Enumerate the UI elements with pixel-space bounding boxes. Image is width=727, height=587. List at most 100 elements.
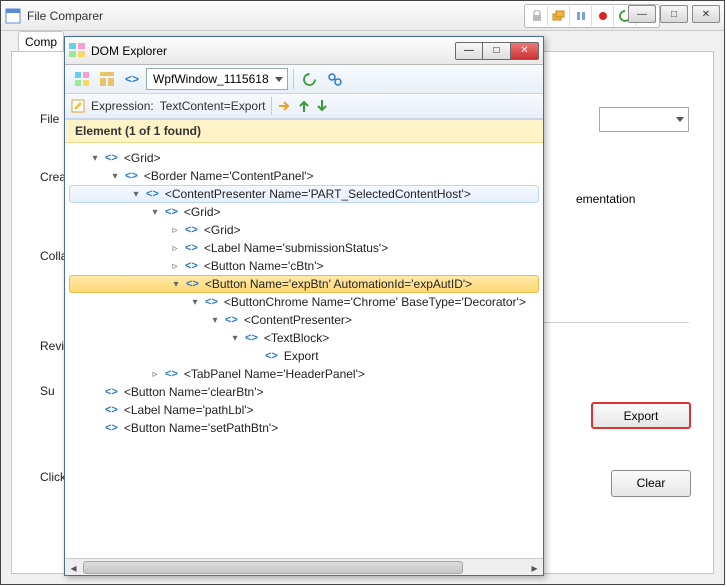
refresh-tree-icon[interactable]	[299, 68, 321, 90]
tag-icon[interactable]: <>	[121, 68, 143, 90]
expand-icon[interactable]: ▹	[169, 243, 181, 254]
horizontal-scrollbar[interactable]: ◂ ▸	[65, 558, 543, 575]
record-icon[interactable]	[592, 6, 614, 26]
dom-window-buttons: — □ ✕	[455, 42, 539, 60]
go-icon[interactable]	[278, 100, 292, 112]
node-text: Export	[284, 349, 319, 363]
node-text: <ButtonChrome Name='Chrome' BaseType='De…	[224, 295, 526, 309]
tree-node[interactable]: <><Button Name='setPathBtn'>	[69, 419, 539, 437]
edit-expression-icon[interactable]	[71, 99, 85, 113]
tree-node[interactable]: ▾ <> <TextBlock>	[69, 329, 539, 347]
collapse-icon[interactable]: ▾	[229, 333, 241, 344]
label-file: File	[40, 112, 59, 126]
label-sub: Su	[40, 384, 55, 398]
tree-node[interactable]: ▹<><Button Name='cBtn'>	[69, 257, 539, 275]
dom-toolbar-1: <> WpfWindow_1115618	[65, 65, 543, 94]
tree-node[interactable]: ▾ <> <Grid>	[69, 203, 539, 221]
dom-title: DOM Explorer	[91, 44, 455, 58]
collapse-icon[interactable]: ▾	[130, 189, 142, 200]
scroll-thumb[interactable]	[83, 561, 463, 574]
tree-node[interactable]: ▾ <> <ButtonChrome Name='Chrome' BaseType=…	[69, 293, 539, 311]
dom-app-icon	[69, 43, 85, 59]
node-text: <Grid>	[204, 223, 241, 237]
collapse-icon[interactable]: ▾	[209, 315, 221, 326]
tree-node[interactable]: ▾ <> <Border Name='ContentPanel'>	[69, 167, 539, 185]
tree-node[interactable]: ▹ <> <Grid>	[69, 221, 539, 239]
collapse-icon[interactable]: ▾	[109, 171, 121, 182]
pause-icon[interactable]	[570, 6, 592, 26]
element-tag-icon: <>	[146, 188, 159, 200]
minimize-button[interactable]: —	[628, 5, 656, 23]
node-text: <TextBlock>	[264, 331, 329, 345]
element-tag-icon: <>	[105, 152, 118, 164]
dom-explorer-window: DOM Explorer — □ ✕ <> WpfWindow_1115618 …	[64, 36, 544, 576]
element-tag-icon: <>	[186, 278, 199, 290]
expression-bar: Expression: TextContent=Export	[65, 94, 543, 119]
element-tag-icon: <>	[245, 332, 258, 344]
tree-node[interactable]: ▾<><ContentPresenter Name='PART_Selected…	[69, 185, 539, 203]
lock-icon[interactable]	[526, 6, 548, 26]
node-text: <Grid>	[184, 205, 221, 219]
node-text: <Label Name='submissionStatus'>	[204, 241, 388, 255]
tree-node[interactable]: ▾ <> <Grid>	[69, 149, 539, 167]
main-title: File Comparer	[27, 9, 103, 23]
element-tag-icon: <>	[125, 170, 138, 182]
dom-tree[interactable]: ▾<><Grid>▾<><Border Name='ContentPanel'>…	[65, 143, 543, 558]
node-text: <Label Name='pathLbl'>	[124, 403, 254, 417]
scroll-left-icon[interactable]: ◂	[65, 559, 82, 576]
file-combobox[interactable]	[599, 107, 689, 132]
down-icon[interactable]	[316, 99, 328, 113]
tree-node[interactable]: <> <Button Name='clearBtn'>	[69, 383, 539, 401]
maximize-button[interactable]: □	[660, 5, 688, 23]
collapse-icon[interactable]: ▾	[189, 297, 201, 308]
main-window-buttons: — □ ✕	[628, 5, 720, 23]
expression-label: Expression:	[91, 99, 154, 113]
tree-node[interactable]: ▹<><TabPanel Name='HeaderPanel'>	[69, 365, 539, 383]
collapse-icon[interactable]: ▾	[89, 153, 101, 164]
element-tag-icon: <>	[165, 206, 178, 218]
node-text: <Button Name='expBtn' AutomationId='expA…	[205, 277, 472, 291]
tree-node[interactable]: ▾ <> <ContentPresenter>	[69, 311, 539, 329]
element-tag-icon: <>	[105, 404, 118, 416]
app-icon	[5, 8, 21, 24]
node-text: <Border Name='ContentPanel'>	[144, 169, 314, 183]
clear-button[interactable]: Clear	[611, 470, 691, 497]
label-implementation: ementation	[576, 192, 635, 206]
dom-minimize-button[interactable]: —	[455, 42, 483, 60]
stack-icon[interactable]	[548, 6, 570, 26]
dom-maximize-button[interactable]: □	[483, 42, 511, 60]
scroll-right-icon[interactable]: ▸	[526, 559, 543, 576]
expand-icon[interactable]: ▹	[149, 369, 161, 380]
tree-node[interactable]: <>Export	[69, 347, 539, 365]
tree-node[interactable]: <> <Label Name='pathLbl'>	[69, 401, 539, 419]
tree-node[interactable]: ▹ <> <Label Name='submissionStatus'>	[69, 239, 539, 257]
export-button[interactable]: Export	[591, 402, 691, 429]
element-tag-icon: <>	[105, 422, 118, 434]
expand-icon[interactable]: ▹	[169, 261, 181, 272]
element-tag-icon: <>	[205, 296, 218, 308]
label-crea: Crea	[40, 170, 66, 184]
tree-node[interactable]: ▾ <> <Button Name='expBtn' AutomationId='e…	[69, 275, 539, 293]
view-layout-icon[interactable]	[96, 68, 118, 90]
element-tag-icon: <>	[225, 314, 238, 326]
element-tag-icon: <>	[185, 224, 198, 236]
element-tag-icon: <>	[105, 386, 118, 398]
node-text: <ContentPresenter>	[244, 313, 352, 327]
collapse-icon[interactable]: ▾	[170, 279, 182, 290]
expression-value: TextContent=Export	[160, 99, 266, 113]
tab-compare[interactable]: Comp	[18, 31, 64, 52]
window-selector-combo[interactable]: WpfWindow_1115618	[146, 68, 288, 90]
collapse-icon[interactable]: ▾	[149, 207, 161, 218]
close-button[interactable]: ✕	[692, 5, 720, 23]
node-text: <Grid>	[124, 151, 161, 165]
find-icon[interactable]	[324, 68, 346, 90]
expand-icon[interactable]: ▹	[169, 225, 181, 236]
view-grid-icon[interactable]	[71, 68, 93, 90]
dom-titlebar[interactable]: DOM Explorer — □ ✕	[65, 37, 543, 65]
element-tag-icon: <>	[185, 242, 198, 254]
node-text: <TabPanel Name='HeaderPanel'>	[184, 367, 365, 381]
dom-close-button[interactable]: ✕	[511, 42, 539, 60]
up-icon[interactable]	[298, 99, 310, 113]
node-text: <Button Name='clearBtn'>	[124, 385, 264, 399]
node-text: <Button Name='cBtn'>	[204, 259, 324, 273]
